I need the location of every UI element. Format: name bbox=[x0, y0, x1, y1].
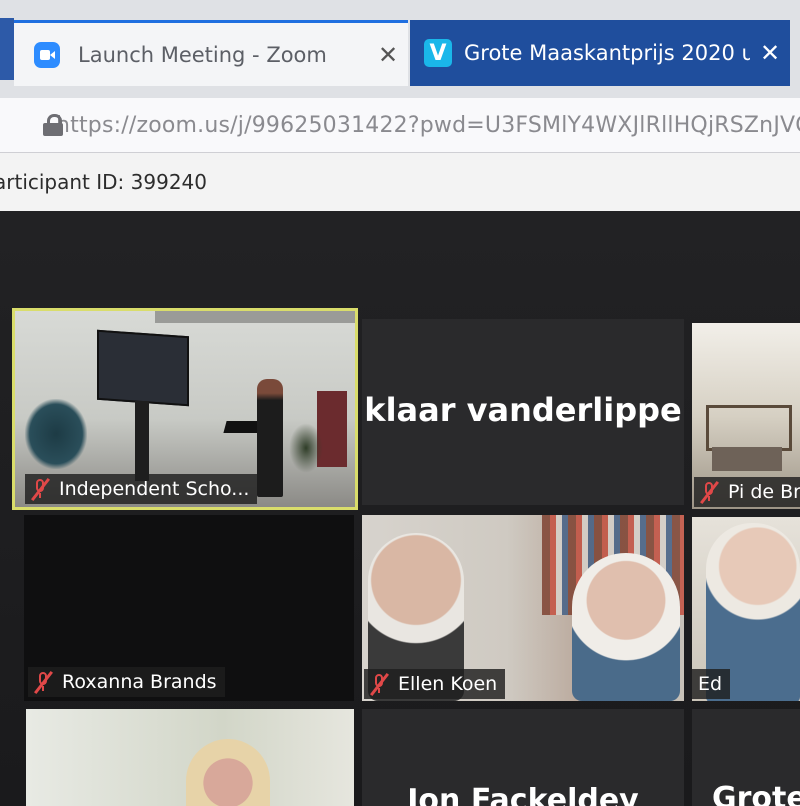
participant-name-tag: Ellen Koen bbox=[364, 669, 506, 699]
mic-muted-icon bbox=[32, 670, 54, 695]
participant-name: Ed bbox=[698, 673, 723, 695]
participant-name: klaar vanderlippe bbox=[364, 391, 682, 429]
participant-name: Jon Fackeldey bbox=[407, 783, 639, 806]
zoom-icon bbox=[34, 41, 60, 68]
participant-name: Independent Scho... bbox=[59, 478, 250, 500]
browser-tab-strip: Launch Meeting - Zoom ✕ V Grote Maaskant… bbox=[0, 0, 800, 98]
shelf-decor bbox=[712, 447, 782, 471]
person bbox=[186, 739, 270, 806]
screen-display bbox=[97, 329, 189, 407]
gallery-view: Independent Scho... klaar vanderlippe Pi… bbox=[0, 211, 800, 806]
screen-stand bbox=[135, 401, 149, 481]
tab-launch-meeting[interactable]: Launch Meeting - Zoom ✕ bbox=[14, 20, 408, 86]
video-tile-klaar-vanderlippe[interactable]: klaar vanderlippe bbox=[362, 319, 684, 505]
speaker-figure bbox=[257, 379, 283, 497]
mic-muted-icon bbox=[698, 480, 720, 505]
participant-name-tag: Ed bbox=[692, 669, 731, 699]
close-icon[interactable]: ✕ bbox=[750, 39, 790, 67]
ceiling-beam bbox=[155, 311, 355, 323]
participant-name-tag: Pi de Br bbox=[694, 477, 800, 507]
participant-name: Grote bbox=[712, 781, 800, 806]
participant-name: Pi de Br bbox=[728, 481, 800, 503]
close-icon[interactable]: ✕ bbox=[368, 41, 408, 69]
person-right bbox=[572, 553, 680, 701]
vimeo-icon: V bbox=[424, 39, 452, 67]
address-bar[interactable]: https://zoom.us/j/99625031422?pwd=U3FSMl… bbox=[0, 98, 800, 153]
video-tile-pi-de-br[interactable]: Pi de Br bbox=[692, 323, 800, 509]
tab-title: Grote Maaskantprijs 2020 uitrei bbox=[464, 41, 750, 65]
tab-grote-maaskantprijs[interactable]: V Grote Maaskantprijs 2020 uitrei ✕ bbox=[410, 20, 790, 86]
video-tile-ed[interactable]: Ed bbox=[692, 517, 800, 701]
participant-id: articipant ID: 399240 bbox=[0, 170, 207, 194]
tab-title: Launch Meeting - Zoom bbox=[78, 42, 327, 67]
plant bbox=[25, 399, 87, 469]
video-tile-participant[interactable] bbox=[26, 709, 354, 806]
video-feed bbox=[26, 709, 354, 806]
shelf-decor bbox=[706, 405, 792, 451]
meeting-info-bar: articipant ID: 399240 bbox=[0, 153, 800, 211]
video-tile-independent-school[interactable]: Independent Scho... bbox=[12, 308, 358, 510]
floor-plant bbox=[289, 423, 323, 473]
video-tile-ellen-koen[interactable]: Ellen Koen bbox=[362, 515, 684, 701]
mic-muted-icon bbox=[29, 477, 51, 502]
mic-muted-icon bbox=[368, 672, 390, 697]
participant-name-tag: Roxanna Brands bbox=[28, 667, 225, 697]
url-text[interactable]: https://zoom.us/j/99625031422?pwd=U3FSMl… bbox=[56, 113, 800, 138]
video-tile-roxanna-brands[interactable]: Roxanna Brands bbox=[24, 515, 354, 701]
participant-name: Roxanna Brands bbox=[62, 671, 217, 693]
video-tile-jon-fackeldey[interactable]: Jon Fackeldey bbox=[362, 709, 684, 806]
participant-name: Ellen Koen bbox=[398, 673, 498, 695]
participant-name-tag: Independent Scho... bbox=[25, 474, 258, 504]
video-tile-grote[interactable]: Grote bbox=[692, 709, 800, 806]
previous-tab-edge[interactable] bbox=[0, 18, 14, 80]
